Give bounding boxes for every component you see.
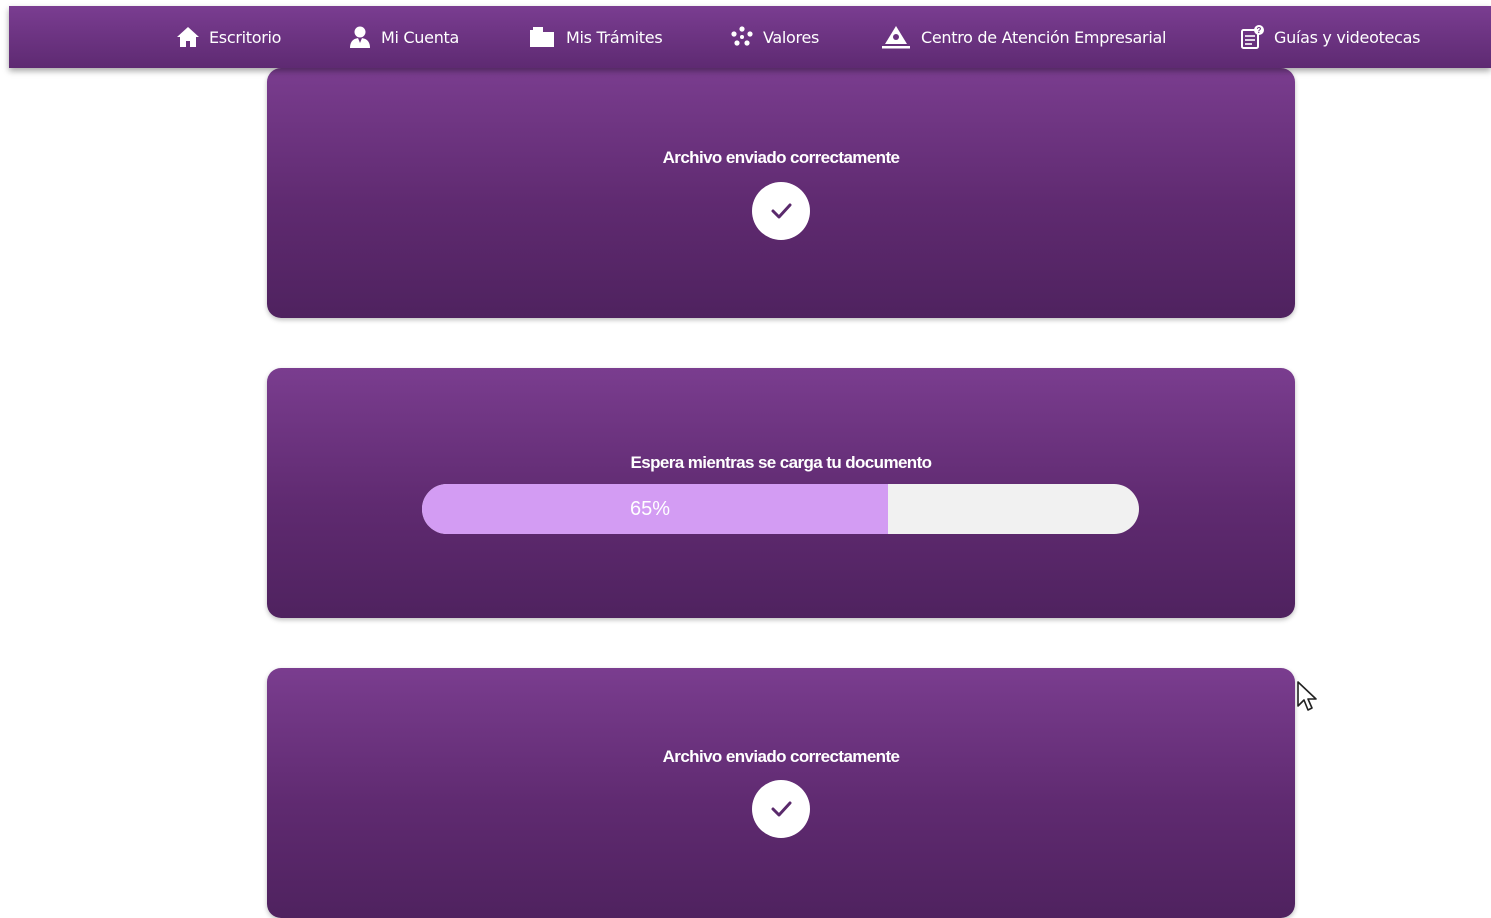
progress-bar: 65%: [422, 484, 1139, 534]
top-navigation-bar: Escritorio Mi Cuenta Mis Trámites Valore…: [9, 6, 1491, 68]
nav-item-mi-cuenta[interactable]: Mi Cuenta: [347, 6, 459, 68]
success-message: Archivo enviado correctamente: [662, 747, 900, 766]
nav-item-centro-atencion[interactable]: Centro de Atención Empresarial: [879, 6, 1166, 68]
mouse-cursor-icon: [1297, 681, 1317, 711]
nav-label-valores: Valores: [763, 27, 820, 47]
nav-label-escritorio: Escritorio: [209, 27, 282, 47]
check-icon: [771, 801, 792, 817]
upload-progress-card: Espera mientras se carga tu documento 65…: [267, 368, 1295, 618]
success-message: Archivo enviado correctamente: [662, 148, 900, 167]
nav-label-centro-atencion: Centro de Atención Empresarial: [921, 27, 1167, 47]
nav-item-guias[interactable]: ? Guías y videotecas: [1240, 6, 1420, 68]
user-icon: [350, 26, 370, 48]
nav-item-escritorio[interactable]: Escritorio: [175, 6, 281, 68]
nav-label-guias: Guías y videotecas: [1274, 27, 1421, 47]
progress-percent-label: 65%: [630, 498, 671, 520]
upload-success-card-1: Archivo enviado correctamente: [267, 68, 1295, 318]
nav-label-mi-cuenta: Mi Cuenta: [381, 27, 460, 47]
loading-message: Espera mientras se carga tu documento: [630, 453, 933, 472]
nav-item-valores[interactable]: Valores: [729, 6, 819, 68]
nav-label-mis-tramites: Mis Trámites: [566, 27, 663, 47]
svg-text:?: ?: [1257, 26, 1262, 35]
success-badge: [752, 182, 810, 240]
folder-icon: [530, 27, 554, 47]
check-icon: [771, 203, 792, 219]
business-center-icon: [882, 26, 910, 49]
success-badge: [752, 780, 810, 838]
guides-icon: ?: [1241, 25, 1264, 49]
nav-item-mis-tramites[interactable]: Mis Trámites: [526, 6, 663, 68]
upload-success-card-2: Archivo enviado correctamente: [267, 668, 1295, 918]
home-icon: [177, 27, 199, 47]
values-icon: [731, 26, 753, 46]
